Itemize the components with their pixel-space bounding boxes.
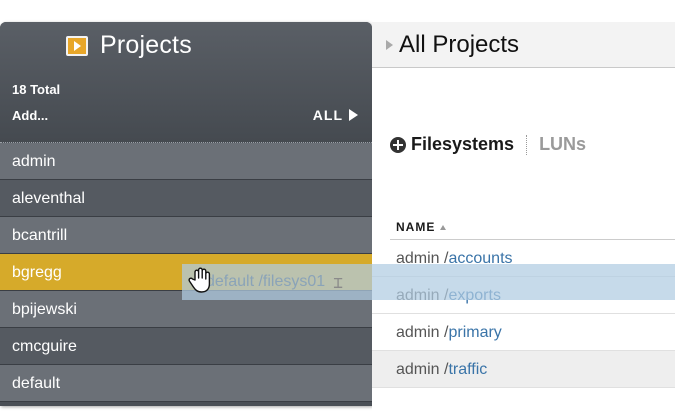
filesystem-list: admin /accounts admin /exports admin /pr… (372, 240, 675, 388)
name-column-header[interactable]: NAME (396, 220, 447, 234)
tab-divider (526, 134, 528, 155)
row-filesystem-link[interactable]: traffic (448, 361, 487, 378)
sort-ascending-icon (440, 224, 447, 230)
add-filesystem-icon[interactable] (390, 136, 406, 153)
tab-filesystems[interactable]: Filesystems (411, 134, 514, 155)
page-title[interactable]: All Projects (399, 31, 519, 59)
sidebar-title: Projects (100, 31, 192, 59)
drag-ghost-label: default /filesys01 (206, 273, 326, 290)
row-project: admin (396, 361, 440, 378)
table-row[interactable]: admin /traffic (372, 351, 675, 388)
all-projects-button[interactable]: ALL (313, 107, 358, 123)
text-cursor-icon: ⌶ (333, 272, 343, 292)
projects-sidebar: Projects 18 Total Add... ALL admin aleve… (0, 22, 372, 406)
sidebar-title-row: Projects (66, 31, 192, 60)
table-row[interactable]: admin /primary (372, 314, 675, 351)
sidebar-item-bcantrill[interactable]: bcantrill (0, 217, 372, 254)
projects-icon (66, 35, 88, 56)
add-project-button[interactable]: Add... (12, 108, 48, 123)
column-header-label: NAME (396, 220, 436, 234)
breadcrumb-arrow-icon (386, 39, 393, 50)
grab-hand-icon (188, 267, 211, 293)
sidebar-item-aleventhal[interactable]: aleventhal (0, 180, 372, 217)
sidebar-item-cmcguire[interactable]: cmcguire (0, 328, 372, 365)
sidebar-item-default[interactable]: default (0, 365, 372, 402)
drag-ghost[interactable]: default /filesys01 ⌶ (182, 264, 675, 300)
all-label: ALL (312, 107, 343, 123)
sidebar-header: Projects 18 Total Add... ALL (0, 22, 372, 142)
row-project: admin (396, 324, 440, 341)
main-header: All Projects (372, 22, 675, 68)
total-count: 18 Total (12, 82, 61, 97)
play-triangle-icon (349, 109, 358, 121)
sidebar-item-admin[interactable]: admin (0, 143, 372, 180)
tab-luns[interactable]: LUNs (539, 134, 586, 155)
main-content: Filesystems LUNs NAME admin /accounts ad… (372, 68, 675, 412)
tab-bar: Filesystems LUNs (390, 134, 586, 155)
row-filesystem-link[interactable]: primary (448, 324, 501, 341)
